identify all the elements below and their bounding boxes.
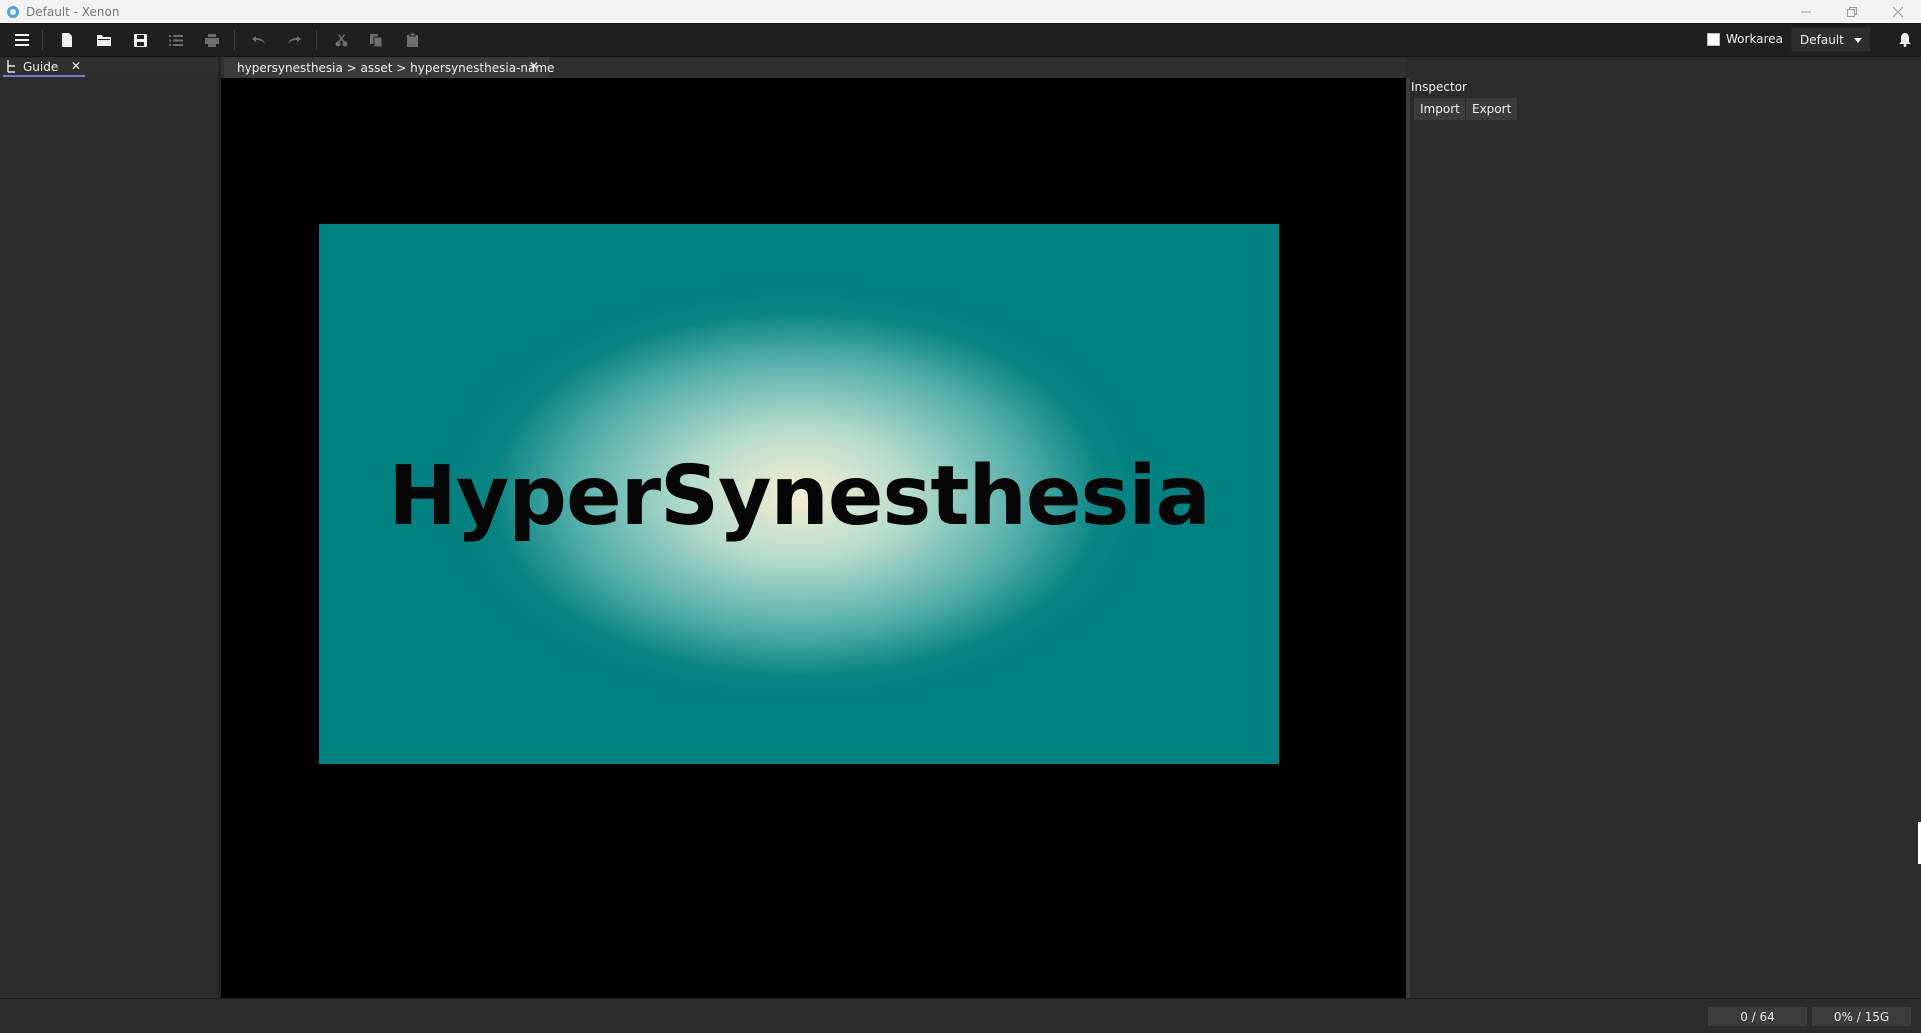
inspector-panel: Inspector Import Export xyxy=(1410,78,1921,998)
hamburger-icon xyxy=(15,34,29,46)
export-button[interactable]: Export xyxy=(1465,97,1519,121)
notifications-button[interactable] xyxy=(1892,27,1918,53)
paste-button[interactable] xyxy=(399,27,425,53)
artboard[interactable]: HyperSynesthesia xyxy=(319,224,1279,764)
close-window-button[interactable] xyxy=(1875,0,1921,23)
inspector-header: Inspector xyxy=(1411,80,1467,94)
import-button[interactable]: Import xyxy=(1413,97,1467,121)
document-tab-label: hypersynesthesia > asset > hypersynesthe… xyxy=(237,60,555,75)
print-icon xyxy=(205,33,219,47)
new-file-icon xyxy=(62,33,72,47)
bell-icon xyxy=(1899,33,1911,47)
workarea-label: Workarea xyxy=(1726,32,1783,46)
cut-button[interactable] xyxy=(328,27,354,53)
save-icon xyxy=(133,33,147,47)
memory-usage: 0% / 15G xyxy=(1812,1007,1911,1026)
statusbar: 0 / 64 0% / 15G xyxy=(0,998,1921,1033)
canvas-viewport[interactable]: HyperSynesthesia xyxy=(221,78,1406,998)
workarea-toggle[interactable]: Workarea xyxy=(1707,32,1783,46)
artboard-title-text[interactable]: HyperSynesthesia xyxy=(388,449,1211,544)
window-titlebar: Default - Xenon xyxy=(0,0,1921,23)
layout-select[interactable]: Default xyxy=(1791,27,1871,52)
redo-icon xyxy=(288,36,301,44)
save-button[interactable] xyxy=(127,27,153,53)
close-guide-tab-icon[interactable]: ✕ xyxy=(71,59,81,73)
toolbar-separator xyxy=(234,30,235,50)
workarea-checkbox[interactable] xyxy=(1707,32,1720,46)
toolbar-separator xyxy=(316,30,317,50)
open-folder-button[interactable] xyxy=(91,27,117,53)
restore-icon xyxy=(1847,6,1857,17)
main-toolbar: Workarea Default xyxy=(0,23,1921,57)
layout-select-value: Default xyxy=(1800,32,1844,47)
tree-icon xyxy=(7,60,15,73)
close-icon xyxy=(1893,6,1903,17)
tab-document[interactable]: hypersynesthesia > asset > hypersynesthe… xyxy=(224,57,554,78)
xenon-app-icon xyxy=(7,5,19,18)
chevron-down-icon xyxy=(1854,38,1862,43)
restore-button[interactable] xyxy=(1829,0,1875,23)
new-file-button[interactable] xyxy=(54,27,80,53)
folder-icon xyxy=(97,35,111,46)
menu-button[interactable] xyxy=(9,27,35,53)
paste-icon xyxy=(406,33,418,47)
redo-button[interactable] xyxy=(281,27,307,53)
minimize-icon xyxy=(1801,11,1811,12)
cut-icon xyxy=(335,33,347,46)
undo-button[interactable] xyxy=(246,27,272,53)
close-document-tab-icon[interactable]: ✕ xyxy=(529,59,539,73)
tab-guide[interactable]: Guide ✕ xyxy=(3,58,85,77)
task-count: 0 / 64 xyxy=(1708,1007,1807,1026)
document-tabbar: hypersynesthesia > asset > hypersynesthe… xyxy=(221,57,1406,78)
minimize-button[interactable] xyxy=(1783,0,1829,23)
list-button[interactable] xyxy=(163,27,189,53)
undo-icon xyxy=(252,36,265,44)
window-controls xyxy=(1783,0,1921,23)
copy-button[interactable] xyxy=(363,27,389,53)
print-button[interactable] xyxy=(199,27,225,53)
tab-guide-label: Guide xyxy=(23,59,59,74)
guide-tabbar: Guide ✕ xyxy=(0,57,218,78)
guide-panel xyxy=(0,78,218,998)
window-title: Default - Xenon xyxy=(26,4,120,19)
copy-icon xyxy=(370,33,382,47)
toolbar-separator xyxy=(42,30,43,50)
list-icon xyxy=(169,34,183,46)
